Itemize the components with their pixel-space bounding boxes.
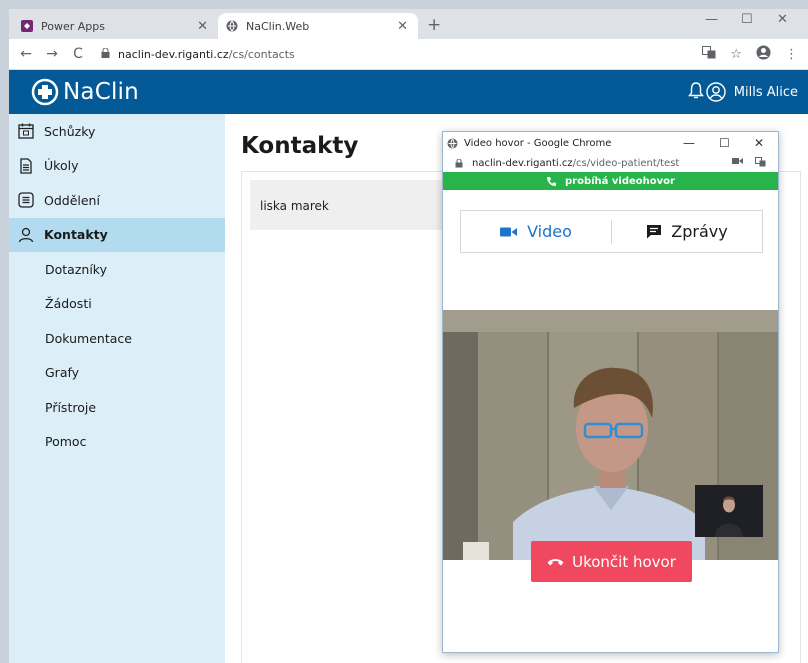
sidebar-item-dotazniky[interactable]: Dotazníky <box>9 252 225 287</box>
end-call-label: Ukončit hovor <box>572 552 676 571</box>
menu-dots-icon[interactable]: ⋮ <box>785 47 798 62</box>
page-title: Kontakty <box>241 133 359 159</box>
reload-icon[interactable]: C <box>65 46 91 62</box>
popup-url-path: /cs/video-patient/test <box>572 157 680 169</box>
translate-icon[interactable] <box>755 157 766 170</box>
globe-icon <box>447 138 458 149</box>
tab-naclin[interactable]: NaClin.Web ✕ <box>218 13 418 39</box>
sidebar-item-label: Oddělení <box>44 192 100 208</box>
remote-video <box>443 310 778 560</box>
popup-address-bar: naclin-dev.riganti.cz/cs/video-patient/t… <box>443 154 778 172</box>
sidebar-item-zadosti[interactable]: Žádosti <box>9 287 225 322</box>
self-view-frame <box>695 485 763 537</box>
person-icon <box>18 227 34 243</box>
sidebar-item-pomoc[interactable]: Pomoc <box>9 425 225 460</box>
calendar-icon <box>18 123 34 139</box>
minimize-icon[interactable]: — <box>683 136 695 150</box>
self-view-video <box>695 485 763 537</box>
app-logo[interactable]: NaClin <box>31 78 139 106</box>
sidebar-item-label: Pomoc <box>45 434 87 450</box>
sidebar-item-kontakty[interactable]: Kontakty <box>9 217 225 252</box>
toolbar-right: ☆ ⋮ <box>702 39 808 70</box>
sidebar-item-label: Úkoly <box>44 158 79 174</box>
list-item[interactable]: liska marek <box>250 180 460 230</box>
popup-url-host: naclin-dev.riganti.cz <box>472 157 573 169</box>
sidebar-item-label: Kontakty <box>44 227 108 243</box>
user-menu[interactable]: Mills Alice <box>706 82 798 102</box>
close-window-icon[interactable]: ✕ <box>777 12 788 27</box>
translate-icon[interactable] <box>702 46 716 63</box>
sidebar-item-label: Přístroje <box>45 399 97 415</box>
list-icon <box>18 192 34 208</box>
user-avatar-icon <box>706 82 726 102</box>
hang-up-icon <box>547 558 564 565</box>
view-switcher: Video Zprávy <box>460 210 763 253</box>
document-icon <box>18 158 34 174</box>
sidebar-item-label: Dokumentace <box>45 330 132 346</box>
sidebar-item-ukoly[interactable]: Úkoly <box>9 149 225 184</box>
sidebar-item-pristroje[interactable]: Přístroje <box>9 390 225 425</box>
app-header: NaClin Mills Alice <box>9 70 808 114</box>
sidebar-item-grafy[interactable]: Grafy <box>9 356 225 391</box>
sidebar-item-label: Schůzky <box>44 123 96 139</box>
camera-icon[interactable] <box>732 157 743 168</box>
tab-power-apps[interactable]: Power Apps ✕ <box>13 13 218 39</box>
sidebar-item-label: Dotazníky <box>45 261 107 277</box>
bookmark-star-icon[interactable]: ☆ <box>730 47 742 62</box>
new-tab-icon[interactable]: + <box>427 15 441 35</box>
popup-window-title: Video hovor - Google Chrome <box>464 137 612 149</box>
chat-bubble-icon <box>647 225 662 239</box>
forward-icon[interactable]: → <box>39 46 65 62</box>
logo-text: NaClin <box>63 79 139 105</box>
browser-window: Power Apps ✕ NaClin.Web ✕ + — ☐ ✕ ← → C … <box>9 9 808 663</box>
power-apps-icon <box>21 20 33 32</box>
close-window-icon[interactable]: ✕ <box>754 136 764 150</box>
medical-cross-icon <box>31 78 59 106</box>
back-icon[interactable]: ← <box>13 46 39 62</box>
sidebar-item-oddeleni[interactable]: Oddělení <box>9 183 225 218</box>
sidebar-item-schuzky[interactable]: Schůzky <box>9 114 225 149</box>
tab-title: NaClin.Web <box>246 19 310 33</box>
call-status-bar: probíhá videohovor <box>443 172 778 190</box>
tab-messages-label: Zprávy <box>671 222 728 241</box>
minimize-icon[interactable]: — <box>705 12 718 27</box>
maximize-icon[interactable]: ☐ <box>719 136 730 150</box>
sidebar-item-label: Žádosti <box>45 296 92 312</box>
lock-icon <box>455 158 464 168</box>
maximize-icon[interactable]: ☐ <box>741 12 753 27</box>
sidebar-item-dokumentace[interactable]: Dokumentace <box>9 321 225 356</box>
video-call-popup: Video hovor - Google Chrome — ☐ ✕ naclin… <box>442 131 779 653</box>
lock-icon <box>101 47 110 58</box>
sidebar: Schůzky Úkoly Oddělení Kontakty Dotazník… <box>9 114 225 663</box>
tab-messages[interactable]: Zprávy <box>612 222 762 241</box>
tab-video[interactable]: Video <box>461 222 611 241</box>
profile-icon[interactable] <box>756 45 771 64</box>
end-call-button[interactable]: Ukončit hovor <box>531 541 692 582</box>
close-tab-icon[interactable]: ✕ <box>397 19 408 34</box>
phone-icon <box>547 176 557 186</box>
url-field[interactable]: naclin-dev.riganti.cz/cs/contacts <box>101 47 295 61</box>
close-tab-icon[interactable]: ✕ <box>197 19 208 34</box>
address-bar: ← → C naclin-dev.riganti.cz/cs/contacts … <box>9 39 808 70</box>
notifications-bell-icon[interactable] <box>688 82 704 104</box>
tab-title: Power Apps <box>41 19 105 33</box>
user-name: Mills Alice <box>733 84 798 100</box>
url-path: /cs/contacts <box>228 47 295 61</box>
video-camera-icon <box>500 227 518 236</box>
tab-video-label: Video <box>527 222 572 241</box>
sidebar-item-label: Grafy <box>45 365 80 381</box>
tab-strip: Power Apps ✕ NaClin.Web ✕ + — ☐ ✕ <box>9 9 808 39</box>
popup-title-bar: Video hovor - Google Chrome — ☐ ✕ <box>443 132 778 154</box>
url-host: naclin-dev.riganti.cz <box>118 47 229 61</box>
call-status-text: probíhá videohovor <box>565 175 675 187</box>
globe-icon <box>226 20 238 32</box>
